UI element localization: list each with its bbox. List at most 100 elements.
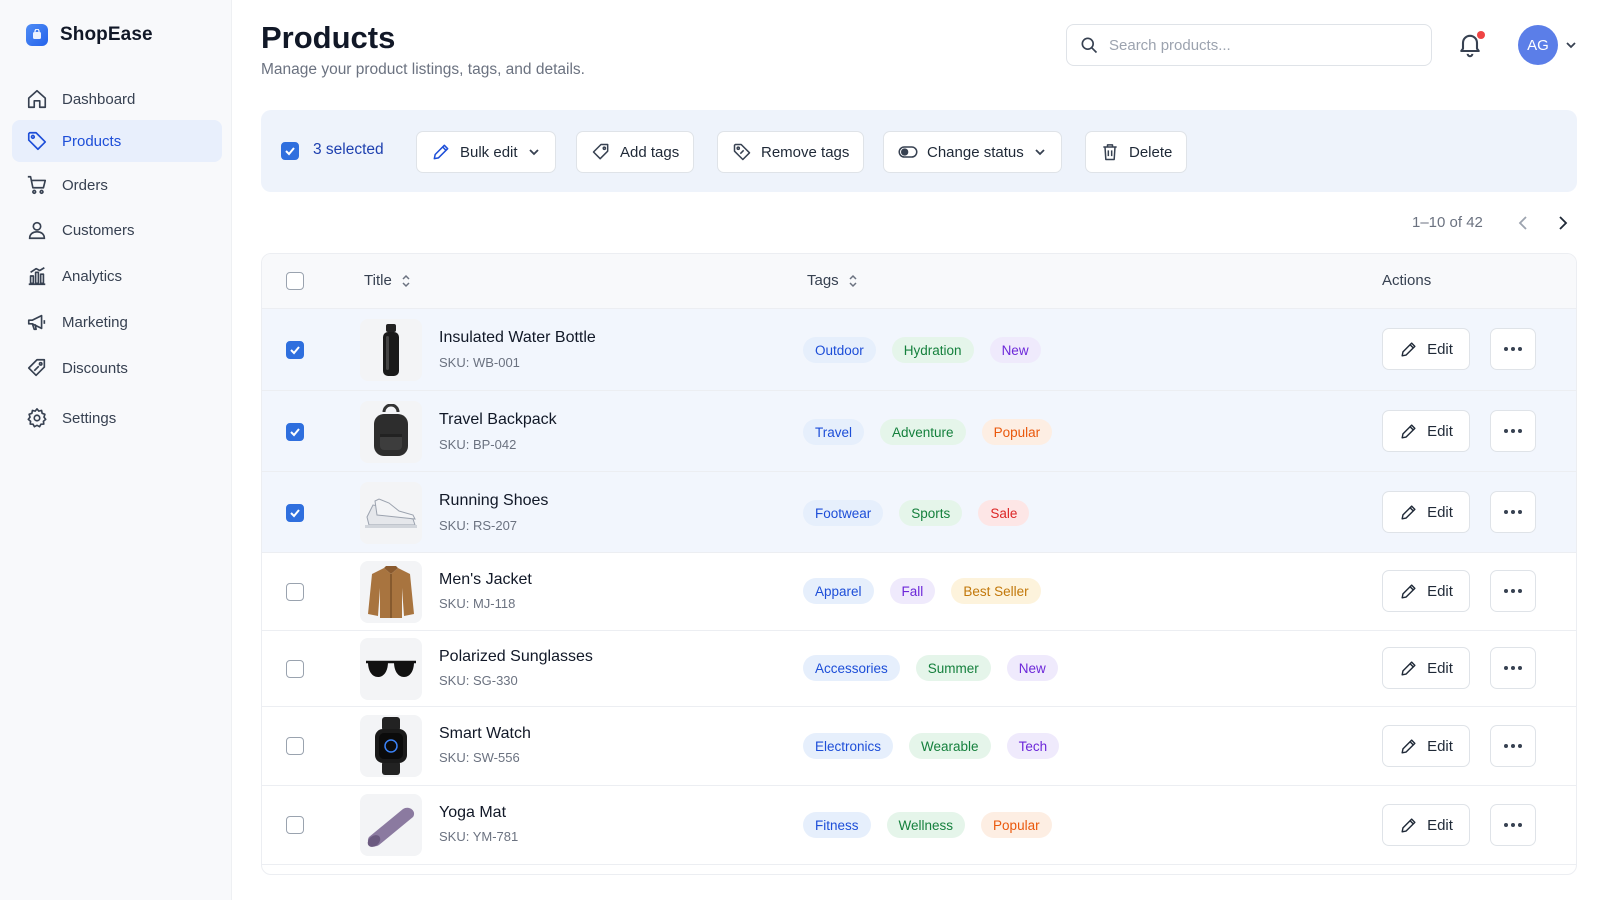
tag[interactable]: New [989,337,1041,363]
product-name[interactable]: Polarized Sunglasses [439,648,593,666]
more-actions-button[interactable] [1490,570,1536,612]
chevron-down-icon [528,149,539,156]
row-checkbox[interactable] [286,660,304,678]
sidebar-item-discounts[interactable]: Discounts [12,347,222,389]
tag[interactable]: Tech [1006,733,1060,759]
sidebar-item-customers[interactable]: Customers [12,209,222,251]
product-name[interactable]: Smart Watch [439,725,531,743]
tag[interactable]: Footwear [803,500,884,526]
tag[interactable]: Accessories [803,655,900,681]
table-row[interactable]: Running Shoes SKU: RS-207 Footwear Sport… [262,472,1576,553]
home-icon [27,89,47,109]
change-status-button[interactable]: Change status [883,131,1062,173]
more-actions-button[interactable] [1490,410,1536,452]
tag[interactable]: Hydration [891,337,974,363]
bulk-edit-button[interactable]: Bulk edit [416,131,556,173]
column-title[interactable]: Title [364,272,412,289]
change-status-label: Change status [927,143,1024,161]
more-horizontal-icon [1504,823,1522,827]
sidebar-item-settings[interactable]: Settings [12,397,222,439]
search-box[interactable] [1066,24,1432,66]
edit-button[interactable]: Edit [1382,491,1470,533]
bulk-select-checkbox[interactable] [281,142,299,160]
sidebar-item-analytics[interactable]: Analytics [12,255,222,297]
tag[interactable]: Outdoor [803,337,876,363]
edit-button[interactable]: Edit [1382,804,1470,846]
tag[interactable]: Wearable [909,733,991,759]
tag[interactable]: Fall [889,578,936,604]
pencil-icon [1401,583,1416,599]
sidebar-item-label: Settings [62,409,117,427]
table-row[interactable]: Travel Backpack SKU: BP-042 Travel Adven… [262,391,1576,472]
sidebar-item-dashboard[interactable]: Dashboard [12,78,222,120]
table-row[interactable]: Smart Watch SKU: SW-556 Electronics Wear… [262,707,1576,786]
add-tags-button[interactable]: Add tags [576,131,695,173]
edit-label: Edit [1427,340,1453,358]
tag[interactable]: Wellness [886,812,966,838]
sidebar-item-marketing[interactable]: Marketing [12,301,222,343]
add-tags-label: Add tags [620,143,680,161]
pencil-icon [433,144,449,160]
more-horizontal-icon [1504,666,1522,670]
edit-button[interactable]: Edit [1382,725,1470,767]
avatar[interactable]: AG [1518,25,1558,65]
more-actions-button[interactable] [1490,804,1536,846]
sidebar-item-label: Dashboard [62,90,136,108]
column-tags[interactable]: Tags [807,272,859,289]
chevron-left-icon[interactable] [1515,214,1533,232]
search-input[interactable] [1109,36,1409,54]
more-actions-button[interactable] [1490,491,1536,533]
tag[interactable]: Travel [803,419,865,445]
column-actions-label: Actions [1382,272,1432,289]
tag[interactable]: New [1006,655,1058,681]
more-actions-button[interactable] [1490,328,1536,370]
brand[interactable]: ShopEase [26,24,153,46]
edit-label: Edit [1427,659,1453,677]
tag[interactable]: Summer [915,655,991,681]
tag[interactable]: Sports [899,500,963,526]
row-checkbox[interactable] [286,423,304,441]
product-thumbnail [360,715,422,777]
product-name[interactable]: Yoga Mat [439,804,506,822]
remove-tags-button[interactable]: Remove tags [717,131,865,173]
pencil-icon [1401,817,1416,833]
tag[interactable]: Electronics [803,733,894,759]
table-row[interactable]: Insulated Water Bottle SKU: WB-001 Outdo… [262,309,1576,391]
product-name[interactable]: Men's Jacket [439,571,532,589]
product-name[interactable]: Insulated Water Bottle [439,329,596,347]
product-name[interactable]: Travel Backpack [439,411,557,429]
sidebar-item-products[interactable]: Products [12,120,222,162]
chevron-down-icon[interactable] [1564,38,1578,52]
trash-icon [1103,144,1117,161]
edit-button[interactable]: Edit [1382,570,1470,612]
tag[interactable]: Apparel [803,578,874,604]
more-horizontal-icon [1504,744,1522,748]
chevron-right-icon[interactable] [1553,214,1571,232]
row-checkbox[interactable] [286,504,304,522]
row-checkbox[interactable] [286,737,304,755]
table-row[interactable]: Yoga Mat SKU: YM-781 Fitness Wellness Po… [262,786,1576,865]
edit-label: Edit [1427,737,1453,755]
sidebar-item-orders[interactable]: Orders [12,164,222,206]
more-actions-button[interactable] [1490,647,1536,689]
row-checkbox[interactable] [286,583,304,601]
delete-button[interactable]: Delete [1085,131,1188,173]
tag[interactable]: Best Seller [951,578,1041,604]
table-row[interactable]: Polarized Sunglasses SKU: SG-330 Accesso… [262,631,1576,707]
tag[interactable]: Fitness [803,812,871,838]
tag[interactable]: Sale [978,500,1030,526]
row-checkbox[interactable] [286,341,304,359]
edit-button[interactable]: Edit [1382,647,1470,689]
tag[interactable]: Popular [981,812,1052,838]
more-horizontal-icon [1504,347,1522,351]
edit-button[interactable]: Edit [1382,328,1470,370]
more-actions-button[interactable] [1490,725,1536,767]
product-name[interactable]: Running Shoes [439,492,548,510]
table-row[interactable]: Men's Jacket SKU: MJ-118 Apparel Fall Be… [262,553,1576,631]
tag[interactable]: Adventure [880,419,966,445]
tag[interactable]: Popular [981,419,1053,445]
page-subtitle: Manage your product listings, tags, and … [261,61,585,78]
edit-button[interactable]: Edit [1382,410,1470,452]
row-checkbox[interactable] [286,816,304,834]
select-all-checkbox[interactable] [286,272,304,290]
